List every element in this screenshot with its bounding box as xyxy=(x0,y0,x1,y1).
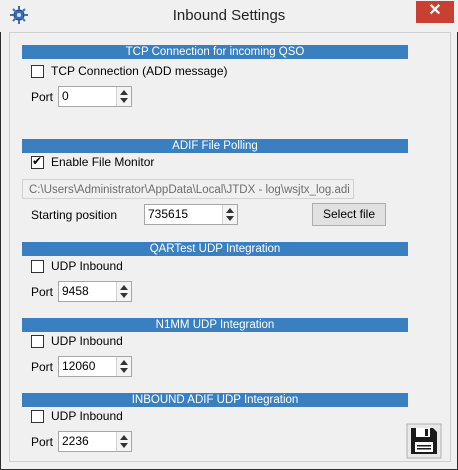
tcp-port-spin-buttons[interactable] xyxy=(116,87,131,106)
floppy-disk-icon[interactable] xyxy=(406,423,442,459)
section-header-tcp: TCP Connection for incoming QSO xyxy=(22,45,408,59)
n1mm-port-value: 12060 xyxy=(62,359,96,373)
select-file-button[interactable]: Select file xyxy=(312,203,386,226)
spin-down-icon[interactable] xyxy=(120,368,128,373)
n1mm-port-spin-buttons[interactable] xyxy=(116,357,131,376)
spin-up-icon[interactable] xyxy=(226,208,234,213)
section-header-qartest: QARTest UDP Integration xyxy=(22,242,408,256)
spin-up-icon[interactable] xyxy=(120,90,128,95)
qartest-port-label: Port xyxy=(31,285,54,299)
n1mm-udp-inbound-checkbox[interactable] xyxy=(31,335,44,348)
n1mm-port-stepper[interactable]: 12060 xyxy=(58,356,132,377)
inbound-adif-port-value: 2236 xyxy=(62,434,89,448)
inbound-adif-udp-inbound-checkbox[interactable] xyxy=(31,410,44,423)
section-header-n1mm: N1MM UDP Integration xyxy=(22,318,408,332)
spin-up-icon[interactable] xyxy=(120,360,128,365)
section-header-inbound-adif-udp: INBOUND ADIF UDP Integration xyxy=(22,393,408,407)
tcp-connection-checkbox[interactable] xyxy=(31,65,44,78)
qartest-port-stepper[interactable]: 9458 xyxy=(58,281,132,302)
starting-position-stepper[interactable]: 735615 xyxy=(144,204,238,225)
spin-up-icon[interactable] xyxy=(120,435,128,440)
starting-position-label: Starting position xyxy=(31,208,118,222)
inbound-adif-port-spin-buttons[interactable] xyxy=(116,432,131,451)
spin-down-icon[interactable] xyxy=(120,293,128,298)
tcp-port-label: Port xyxy=(31,90,54,104)
inbound-adif-udp-inbound-label: UDP Inbound xyxy=(51,409,123,423)
n1mm-udp-inbound-label: UDP Inbound xyxy=(51,334,123,348)
window-title: Inbound Settings xyxy=(172,7,286,24)
enable-file-monitor-checkbox[interactable] xyxy=(31,154,44,169)
spin-down-icon[interactable] xyxy=(120,443,128,448)
n1mm-port-label: Port xyxy=(31,360,54,374)
tcp-port-value: 0 xyxy=(62,89,69,103)
starting-position-spin-buttons[interactable] xyxy=(222,205,237,224)
close-button[interactable]: ✕ xyxy=(416,1,454,23)
qartest-port-value: 9458 xyxy=(62,284,89,298)
tcp-connection-label: TCP Connection (ADD message) xyxy=(51,64,228,78)
tcp-port-stepper[interactable]: 0 xyxy=(58,86,132,107)
starting-position-value: 735615 xyxy=(148,207,189,221)
qartest-udp-inbound-checkbox[interactable] xyxy=(31,260,44,273)
file-path-field[interactable]: C:\Users\Administrator\AppData\Local\JTD… xyxy=(22,179,354,199)
qartest-port-spin-buttons[interactable] xyxy=(116,282,131,301)
spin-down-icon[interactable] xyxy=(120,98,128,103)
title-bar[interactable]: Inbound Settings ✕ xyxy=(0,0,458,32)
qartest-udp-inbound-label: UDP Inbound xyxy=(51,259,123,273)
section-header-adif-polling: ADIF File Polling xyxy=(22,139,408,153)
inbound-adif-port-stepper[interactable]: 2236 xyxy=(58,431,132,452)
inbound-adif-port-label: Port xyxy=(31,435,54,449)
spin-up-icon[interactable] xyxy=(120,285,128,290)
spin-down-icon[interactable] xyxy=(226,216,234,221)
enable-file-monitor-label: Enable File Monitor xyxy=(51,155,155,169)
settings-panel: TCP Connection for incoming QSO TCP Conn… xyxy=(9,32,451,462)
